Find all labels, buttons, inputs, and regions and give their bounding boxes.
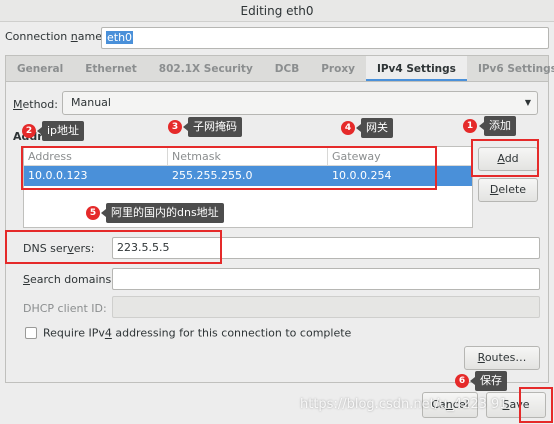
- annotation-marker-3: 3: [168, 120, 182, 134]
- tab-general[interactable]: General: [6, 56, 74, 81]
- delete-address-button[interactable]: Delete: [478, 178, 538, 202]
- connection-name-label: Connection name:: [5, 30, 106, 43]
- tab-dcb[interactable]: DCB: [264, 56, 310, 81]
- connection-name-row: Connection name: eth0: [0, 22, 554, 52]
- search-domains-input[interactable]: [112, 268, 540, 290]
- annotation-marker-2: 2: [22, 124, 36, 138]
- dns-servers-label: DNS servers:: [23, 242, 95, 255]
- method-value: Manual: [71, 96, 111, 109]
- dns-servers-value: 223.5.5.5: [117, 241, 170, 254]
- cell-gateway[interactable]: 10.0.0.254: [328, 166, 472, 186]
- search-domains-label: Search domains:: [23, 273, 115, 286]
- annotation-marker-1: 1: [463, 119, 477, 133]
- column-header-gateway[interactable]: Gateway: [328, 147, 472, 165]
- annotation-callout-add: 添加: [479, 116, 516, 136]
- tab-ipv4-settings[interactable]: IPv4 Settings: [365, 56, 467, 81]
- dns-servers-input[interactable]: 223.5.5.5: [112, 237, 540, 259]
- tab-ipv6-settings[interactable]: IPv6 Settings: [467, 56, 554, 81]
- method-dropdown[interactable]: Manual ▼: [62, 91, 538, 115]
- window-titlebar: Editing eth0: [0, 0, 554, 22]
- annotation-marker-6: 6: [455, 374, 469, 388]
- chevron-down-icon: ▼: [524, 98, 531, 107]
- cell-address[interactable]: 10.0.0.123: [24, 166, 168, 186]
- tab-ethernet[interactable]: Ethernet: [74, 56, 148, 81]
- annotation-marker-5: 5: [86, 206, 100, 220]
- annotation-callout-gateway: 网关: [356, 118, 393, 138]
- connection-name-value: eth0: [106, 31, 134, 44]
- annotation-callout-netmask: 子网掩码: [183, 117, 242, 137]
- annotation-callout-dns: 阿里的国内的dns地址: [101, 203, 224, 223]
- watermark: https://blog.csdn.net/u_4223 91: [300, 397, 508, 412]
- connection-name-input[interactable]: eth0: [101, 27, 549, 49]
- require-ipv4-checkbox[interactable]: [25, 327, 37, 339]
- table-row[interactable]: 10.0.0.123 255.255.255.0 10.0.0.254: [24, 166, 472, 186]
- add-address-button[interactable]: Add: [478, 147, 538, 171]
- annotation-callout-ip: ip地址: [36, 121, 85, 141]
- require-ipv4-label: Require IPv4 addressing for this connect…: [43, 326, 352, 340]
- column-header-address[interactable]: Address: [24, 147, 168, 165]
- window-title: Editing eth0: [240, 4, 314, 18]
- cell-netmask[interactable]: 255.255.255.0: [168, 166, 328, 186]
- tab-bar: General Ethernet 802.1X Security DCB Pro…: [6, 56, 554, 82]
- table-header: Address Netmask Gateway: [24, 147, 472, 166]
- tab-8021x-security[interactable]: 802.1X Security: [148, 56, 264, 81]
- require-ipv4-row[interactable]: Require IPv4 addressing for this connect…: [25, 326, 351, 340]
- annotation-marker-4: 4: [341, 121, 355, 135]
- dhcp-client-id-label: DHCP client ID:: [23, 302, 107, 315]
- method-label: Method:: [13, 98, 58, 111]
- column-header-netmask[interactable]: Netmask: [168, 147, 328, 165]
- annotation-callout-save: 保存: [470, 371, 507, 391]
- dhcp-client-id-input: [112, 296, 540, 318]
- settings-notebook: General Ethernet 802.1X Security DCB Pro…: [5, 55, 554, 383]
- tab-proxy[interactable]: Proxy: [310, 56, 366, 81]
- routes-button[interactable]: Routes…: [464, 346, 540, 370]
